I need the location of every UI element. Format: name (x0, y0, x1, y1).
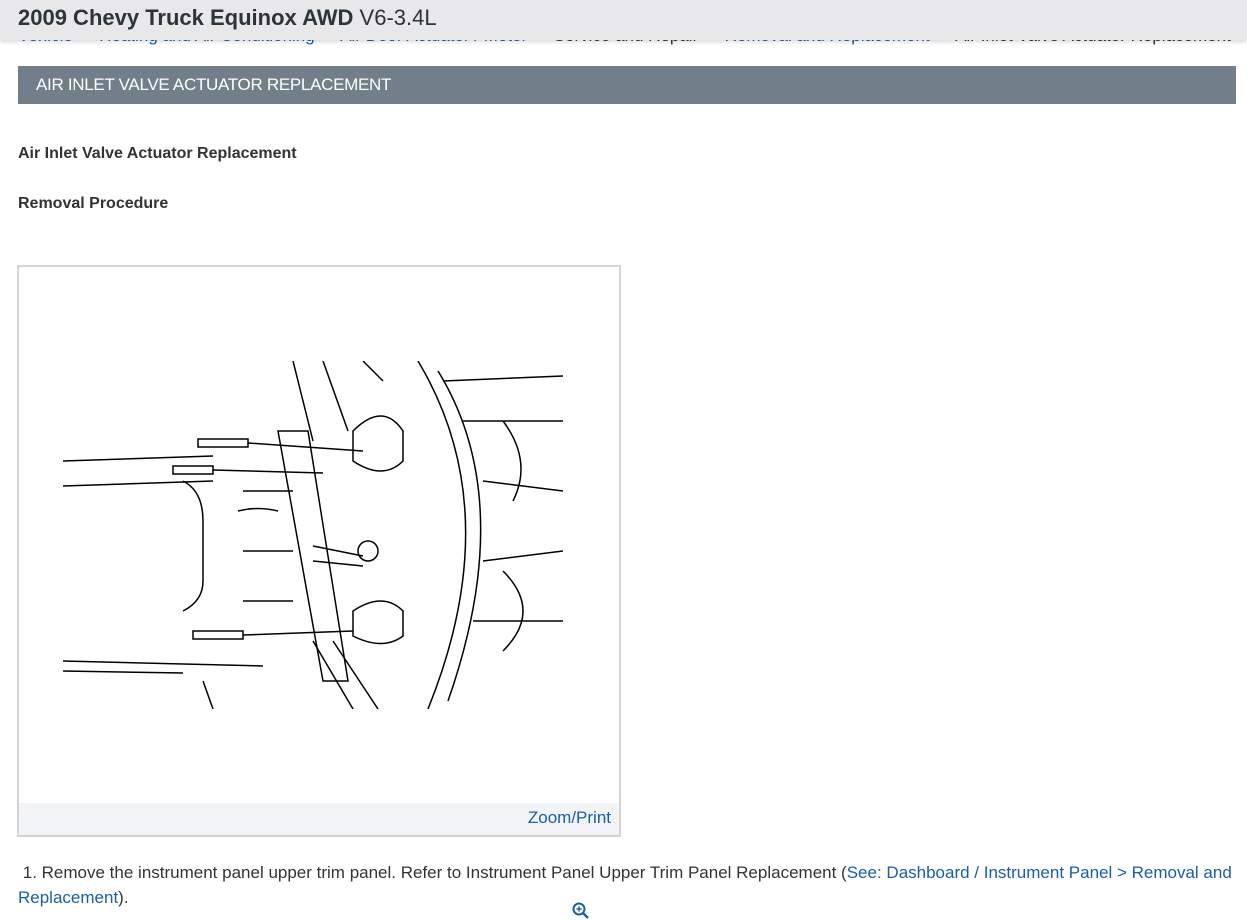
step-text: Remove the instrument panel upper trim p… (41, 863, 847, 882)
actuator-illustration[interactable] (63, 361, 563, 709)
step-text-end: ). (118, 888, 129, 907)
vehicle-title: 2009 Chevy Truck Equinox AWD (18, 5, 354, 30)
figure-container: Zoom/Print (17, 265, 621, 919)
zoom-print-link[interactable]: Zoom/Print (527, 808, 611, 919)
procedure-heading: Removal Procedure (18, 195, 169, 212)
step-number: 1. (22, 863, 37, 882)
section-banner: AIR INLET VALVE ACTUATOR REPLACEMENT (18, 66, 1236, 104)
vehicle-header: 2009 Chevy Truck Equinox AWD V6-3.4L (0, 0, 1247, 40)
procedure-step: 1. Remove the instrument panel upper tri… (18, 860, 1240, 910)
figure-toolbar: Zoom/Print (19, 803, 619, 919)
zoom-print-label: Zoom/Print (527, 808, 611, 827)
vehicle-engine: V6-3.4L (359, 5, 437, 30)
page-heading: Air Inlet Valve Actuator Replacement (18, 145, 297, 162)
